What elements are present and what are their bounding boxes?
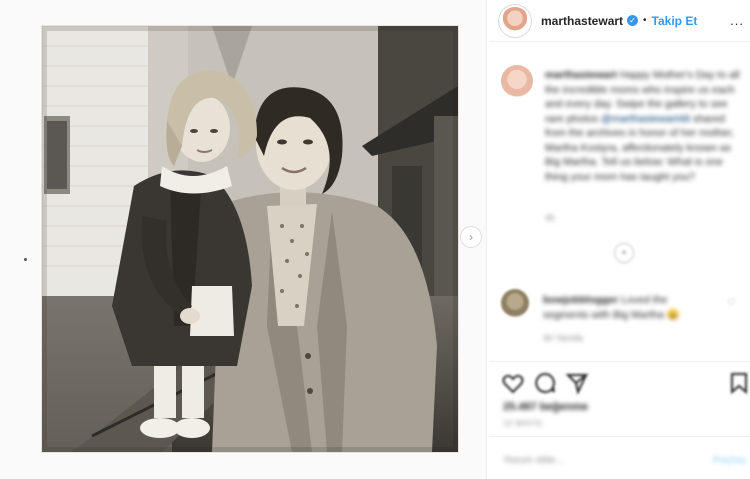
- caption-avatar[interactable]: [501, 65, 533, 97]
- comment-input[interactable]: Yorum ekle...: [503, 454, 564, 466]
- post-comment-button[interactable]: Paylaş: [713, 454, 746, 466]
- media-area: ›: [0, 0, 487, 479]
- chevron-right-icon: ›: [469, 230, 473, 244]
- likes-count[interactable]: 25.487 beğenme: [503, 401, 588, 413]
- caption-username[interactable]: marthastewart: [545, 69, 617, 81]
- add-comment-bar: Yorum ekle... Paylaş: [489, 436, 750, 479]
- post-header: marthastewart ✓ • Takip Et ...: [489, 0, 750, 42]
- caption-mention[interactable]: @marthastewart48: [601, 113, 690, 125]
- photo-illustration: [42, 26, 458, 452]
- next-photo-button[interactable]: ›: [460, 226, 482, 248]
- comment-text: bowjobblogger Loved the segments with Bi…: [543, 293, 713, 322]
- comments-section: marthastewart Happy Mother's Day to all …: [489, 43, 750, 361]
- comment-like-icon[interactable]: ♡: [727, 298, 736, 309]
- comment-meta[interactable]: 4h Yanıtla: [543, 333, 583, 343]
- caption-timestamp: 4h: [545, 213, 556, 223]
- vintage-photo[interactable]: [42, 26, 458, 452]
- comment-avatar[interactable]: [501, 289, 529, 317]
- header-separator: •: [643, 15, 647, 26]
- caption-text: marthastewart Happy Mother's Day to all …: [545, 68, 743, 184]
- header-username[interactable]: marthastewart: [541, 14, 623, 28]
- load-more-comments-icon[interactable]: +: [614, 243, 634, 263]
- post-side-panel: marthastewart ✓ • Takip Et ... marthaste…: [489, 0, 750, 479]
- share-icon[interactable]: [565, 371, 589, 395]
- avatar[interactable]: [501, 6, 529, 35]
- heart-icon[interactable]: [501, 371, 525, 395]
- more-options-icon[interactable]: ...: [730, 13, 744, 28]
- post-date: 10 MAYIS: [503, 419, 543, 428]
- comment-username[interactable]: bowjobblogger: [543, 294, 618, 306]
- action-bar: [489, 361, 750, 405]
- follow-button[interactable]: Takip Et: [652, 14, 698, 28]
- dust-dot: [24, 258, 27, 261]
- instagram-post: › marthastewart ✓ • Takip Et ... marthas…: [0, 0, 750, 479]
- bookmark-icon[interactable]: [727, 371, 750, 395]
- comment-icon[interactable]: [533, 371, 557, 395]
- verified-badge-icon: ✓: [627, 15, 639, 26]
